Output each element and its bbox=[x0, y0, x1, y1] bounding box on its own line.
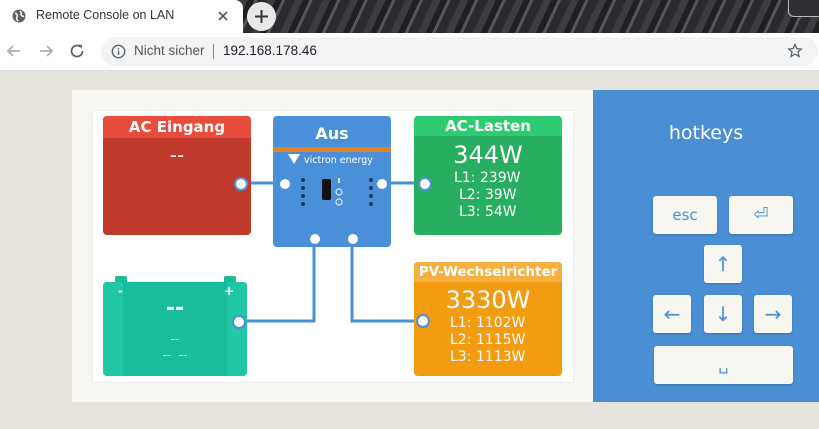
pv-inverter-connector bbox=[416, 314, 430, 328]
inverter-leds-icon bbox=[301, 178, 373, 206]
hotkeys-title: hotkeys bbox=[668, 122, 744, 144]
ac-loads-title: AC-Lasten bbox=[414, 116, 562, 136]
up-arrow-key[interactable]: ↑ bbox=[704, 245, 742, 283]
battery-box[interactable]: - + -- -- -- -- bbox=[103, 282, 247, 376]
left-arrow-key[interactable]: ← bbox=[653, 295, 691, 333]
inverter-state: Aus bbox=[315, 124, 349, 143]
battery-line2: -- bbox=[170, 332, 180, 346]
ac-input-title: AC Eingang bbox=[103, 116, 251, 138]
esc-key[interactable]: esc bbox=[653, 196, 717, 234]
ac-loads-l2: L2: 39W bbox=[459, 187, 517, 203]
ac-loads-l3: L3: 54W bbox=[459, 204, 517, 220]
battery-connector bbox=[232, 315, 246, 329]
inverter-pv-connector bbox=[346, 232, 360, 246]
right-arrow-key[interactable]: → bbox=[754, 295, 792, 333]
pv-inverter-title: PV-Wechselrichter bbox=[414, 262, 562, 282]
battery-line3: -- -- bbox=[162, 348, 188, 362]
space-key[interactable]: ␣ bbox=[654, 346, 793, 384]
pv-inverter-l3: L3: 1113W bbox=[450, 349, 526, 365]
pv-inverter-l2: L2: 1115W bbox=[450, 332, 526, 348]
hotkeys-panel: hotkeys esc ⏎ ↑ ← ↓ → ␣ bbox=[593, 90, 819, 402]
battery-main-value: -- bbox=[165, 296, 185, 321]
victron-logo-icon bbox=[288, 154, 300, 164]
ac-loads-connector bbox=[418, 177, 432, 191]
down-arrow-key[interactable]: ↓ bbox=[704, 295, 742, 333]
pv-inverter-box[interactable]: PV-Wechselrichter 3330W L1: 1102W L2: 11… bbox=[414, 262, 562, 376]
ac-loads-box[interactable]: AC-Lasten 344W L1: 239W L2: 39W L3: 54W bbox=[414, 116, 562, 235]
enter-key[interactable]: ⏎ bbox=[729, 196, 793, 234]
pv-inverter-total: 3330W bbox=[445, 286, 531, 314]
ac-loads-total: 344W bbox=[453, 141, 523, 169]
ac-input-box[interactable]: AC Eingang -- bbox=[103, 116, 251, 235]
inverter-ac-in-connector bbox=[278, 177, 292, 191]
pv-inverter-l1: L1: 1102W bbox=[450, 315, 526, 331]
inverter-orange-stripe bbox=[273, 147, 391, 152]
inverter-dc-connector bbox=[308, 232, 322, 246]
ac-input-value: -- bbox=[169, 143, 185, 167]
inverter-ac-out-connector bbox=[375, 177, 389, 191]
ac-loads-l1: L1: 239W bbox=[454, 170, 521, 186]
inverter-brand: victron energy bbox=[304, 155, 373, 166]
ac-input-connector bbox=[234, 177, 248, 191]
